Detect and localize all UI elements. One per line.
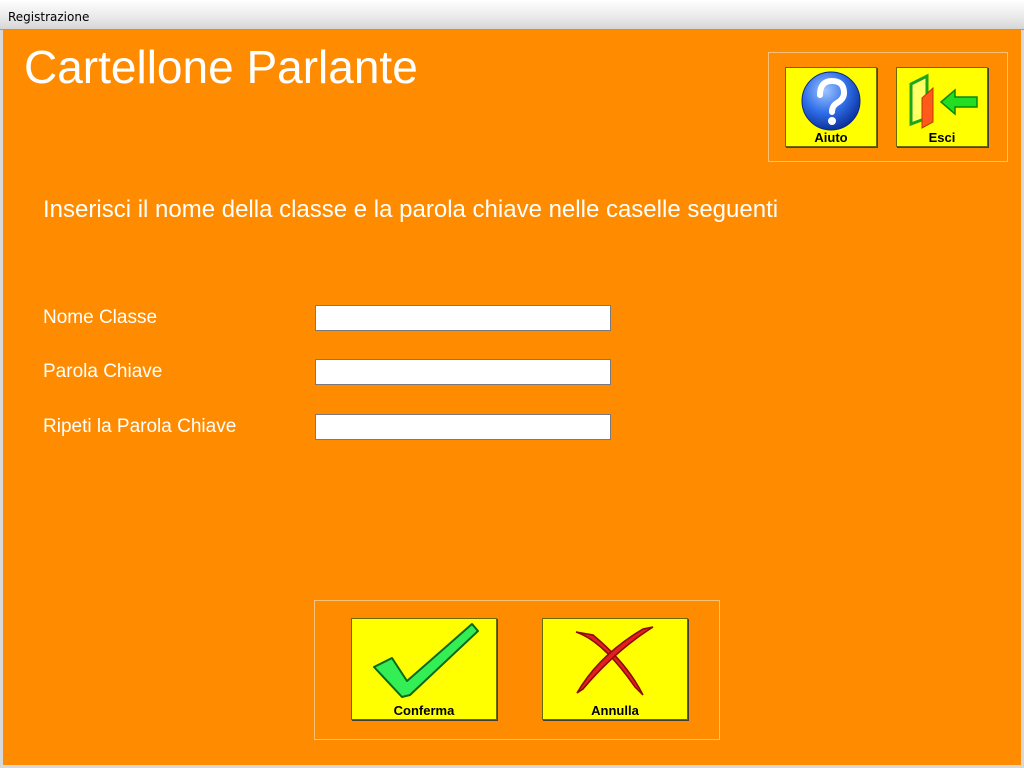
- window-titlebar[interactable]: Registrazione: [0, 0, 1024, 30]
- repeat-password-label: Ripeti la Parola Chiave: [43, 416, 237, 437]
- app-title: Cartellone Parlante: [24, 41, 418, 93]
- class-name-input[interactable]: [315, 305, 611, 331]
- password-label: Parola Chiave: [43, 361, 163, 382]
- help-button[interactable]: Aiuto: [785, 67, 877, 147]
- x-cross-icon: [575, 626, 654, 696]
- repeat-password-input[interactable]: [315, 414, 611, 440]
- window-title: Registrazione: [8, 10, 90, 24]
- confirm-button[interactable]: Conferma: [351, 618, 497, 720]
- instructions-text: Inserisci il nome della classe e la paro…: [43, 196, 779, 223]
- check-mark-icon: [373, 623, 479, 698]
- exit-button-label: Esci: [928, 130, 956, 145]
- class-name-label: Nome Classe: [43, 307, 158, 328]
- cancel-button-label: Annulla: [591, 703, 639, 718]
- confirm-button-label: Conferma: [393, 703, 455, 718]
- cancel-button[interactable]: Annulla: [542, 618, 688, 720]
- exit-door-arrow-icon: [909, 73, 978, 129]
- question-mark-icon: [801, 71, 861, 131]
- password-input[interactable]: [315, 359, 611, 385]
- help-button-label: Aiuto: [814, 130, 848, 145]
- exit-button[interactable]: Esci: [896, 67, 988, 147]
